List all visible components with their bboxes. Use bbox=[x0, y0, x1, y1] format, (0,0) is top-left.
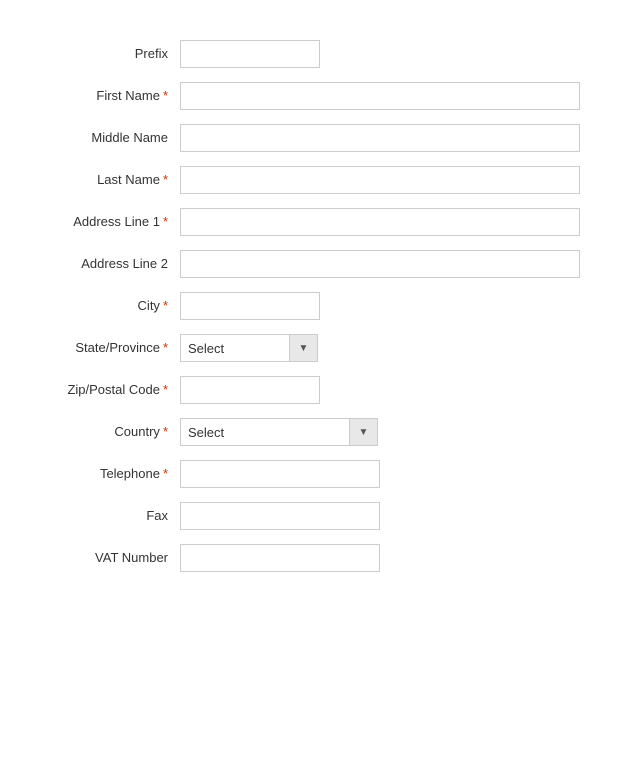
chevron-down-icon: ▼ bbox=[299, 343, 309, 354]
prefix-input[interactable] bbox=[180, 40, 320, 68]
vat-number-input[interactable] bbox=[180, 544, 380, 572]
middle-name-input[interactable] bbox=[180, 124, 580, 152]
address-line2-input[interactable] bbox=[180, 250, 580, 278]
city-label: City* bbox=[20, 297, 180, 315]
prefix-row: Prefix bbox=[20, 40, 603, 68]
fax-input[interactable] bbox=[180, 502, 380, 530]
fax-row: Fax bbox=[20, 502, 603, 530]
last-name-label: Last Name* bbox=[20, 171, 180, 189]
telephone-input[interactable] bbox=[180, 460, 380, 488]
zip-postal-code-row: Zip/Postal Code* bbox=[20, 376, 603, 404]
address-line2-row: Address Line 2 bbox=[20, 250, 603, 278]
last-name-input[interactable] bbox=[180, 166, 580, 194]
state-province-label: State/Province* bbox=[20, 339, 180, 357]
first-name-row: First Name* bbox=[20, 82, 603, 110]
address-line1-label: Address Line 1* bbox=[20, 213, 180, 231]
required-star: * bbox=[163, 172, 168, 187]
zip-postal-code-label: Zip/Postal Code* bbox=[20, 381, 180, 399]
address-line2-label: Address Line 2 bbox=[20, 255, 180, 273]
first-name-label: First Name* bbox=[20, 87, 180, 105]
fax-label: Fax bbox=[20, 507, 180, 525]
zip-postal-code-input[interactable] bbox=[180, 376, 320, 404]
address-form: Prefix First Name* Middle Name Last Name… bbox=[0, 20, 643, 606]
address-line1-row: Address Line 1* bbox=[20, 208, 603, 236]
state-province-dropdown-button[interactable]: ▼ bbox=[290, 334, 318, 362]
state-province-select-wrapper: ▼ bbox=[180, 334, 318, 362]
country-label: Country* bbox=[20, 423, 180, 441]
country-row: Country* ▼ bbox=[20, 418, 603, 446]
country-input[interactable] bbox=[180, 418, 350, 446]
city-row: City* bbox=[20, 292, 603, 320]
required-star: * bbox=[163, 424, 168, 439]
required-star: * bbox=[163, 214, 168, 229]
state-province-row: State/Province* ▼ bbox=[20, 334, 603, 362]
telephone-row: Telephone* bbox=[20, 460, 603, 488]
city-input[interactable] bbox=[180, 292, 320, 320]
middle-name-row: Middle Name bbox=[20, 124, 603, 152]
required-star: * bbox=[163, 88, 168, 103]
vat-number-row: VAT Number bbox=[20, 544, 603, 572]
address-line1-input[interactable] bbox=[180, 208, 580, 236]
required-star: * bbox=[163, 466, 168, 481]
required-star: * bbox=[163, 382, 168, 397]
required-star: * bbox=[163, 298, 168, 313]
last-name-row: Last Name* bbox=[20, 166, 603, 194]
country-select-wrapper: ▼ bbox=[180, 418, 378, 446]
prefix-label: Prefix bbox=[20, 45, 180, 63]
chevron-down-icon: ▼ bbox=[359, 427, 369, 438]
telephone-label: Telephone* bbox=[20, 465, 180, 483]
middle-name-label: Middle Name bbox=[20, 129, 180, 147]
country-dropdown-button[interactable]: ▼ bbox=[350, 418, 378, 446]
vat-number-label: VAT Number bbox=[20, 549, 180, 567]
first-name-input[interactable] bbox=[180, 82, 580, 110]
required-star: * bbox=[163, 340, 168, 355]
state-province-input[interactable] bbox=[180, 334, 290, 362]
